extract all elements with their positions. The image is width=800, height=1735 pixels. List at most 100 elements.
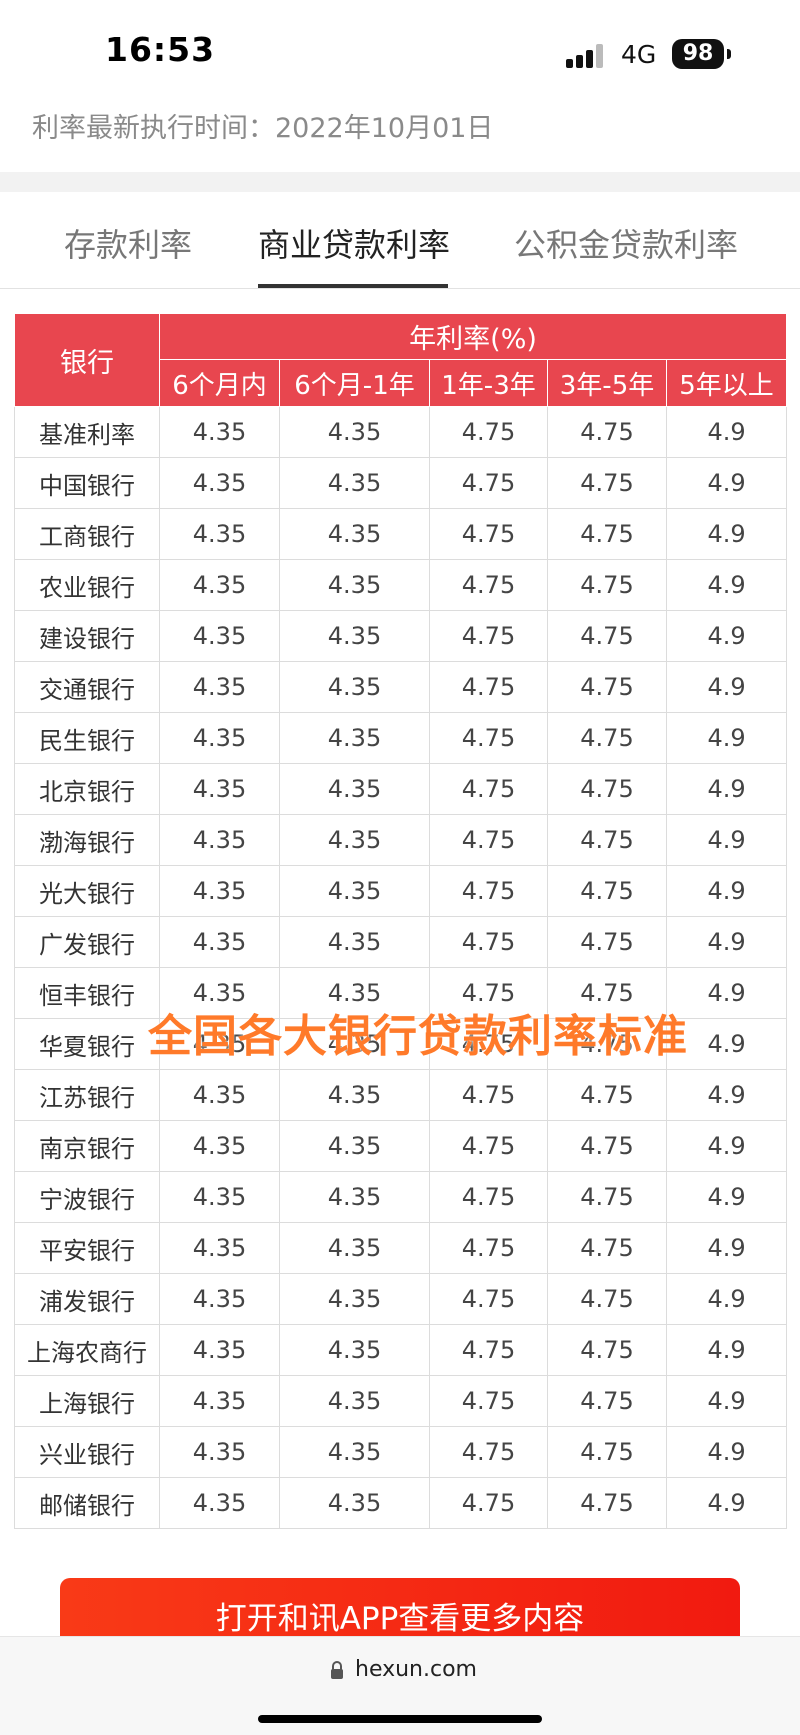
rate-cell: 4.9 xyxy=(665,406,788,458)
rate-cell: 4.9 xyxy=(665,457,788,509)
rate-cell: 4.35 xyxy=(159,1171,280,1223)
rate-cell: 4.9 xyxy=(665,1222,788,1274)
rate-cell: 4.35 xyxy=(279,712,430,764)
bank-name-cell: 建设银行 xyxy=(14,610,160,662)
rate-cell: 4.75 xyxy=(547,916,667,968)
tab-provident-fund-loan-rate[interactable]: 公积金贷款利率 xyxy=(514,220,738,266)
column-header: 6个月-1年 xyxy=(279,359,430,407)
rate-table-body: 基准利率 4.35 4.35 4.75 4.75 4.9 中国银行 4.35 4.35 4.75 4… xyxy=(14,406,788,1529)
table-row: 光大银行 4.35 4.35 4.75 4.75 4.9 xyxy=(14,865,788,917)
rate-cell: 4.35 xyxy=(159,763,280,815)
rate-cell: 4.75 xyxy=(429,559,548,611)
rate-cell: 4.35 xyxy=(279,916,430,968)
network-type: 4G xyxy=(621,40,657,69)
rate-cell: 4.35 xyxy=(279,1273,430,1325)
rate-cell: 4.35 xyxy=(279,1324,430,1376)
rate-cell: 4.9 xyxy=(665,1069,788,1121)
bank-name-cell: 兴业银行 xyxy=(14,1426,160,1478)
rate-cell: 4.75 xyxy=(429,1477,548,1529)
rate-cell: 4.9 xyxy=(665,1324,788,1376)
rate-cell: 4.9 xyxy=(665,712,788,764)
rate-cell: 4.75 xyxy=(547,406,667,458)
tab-deposit-rate[interactable]: 存款利率 xyxy=(64,220,192,266)
rate-cell: 4.35 xyxy=(159,1273,280,1325)
column-header: 6个月内 xyxy=(159,359,280,407)
url-text[interactable]: hexun.com xyxy=(355,1657,477,1682)
table-row: 兴业银行 4.35 4.35 4.75 4.75 4.9 xyxy=(14,1426,788,1478)
rate-cell: 4.35 xyxy=(279,865,430,917)
browser-address-bar[interactable]: hexun.com xyxy=(0,1636,800,1735)
rate-cell: 4.75 xyxy=(429,406,548,458)
rate-cell: 4.35 xyxy=(279,1477,430,1529)
overlay-caption: 全国各大银行贷款利率标准 xyxy=(148,1011,688,1062)
rate-cell: 4.75 xyxy=(429,610,548,662)
rate-cell: 4.35 xyxy=(159,1477,280,1529)
rate-cell: 4.35 xyxy=(279,1069,430,1121)
rate-cell: 4.9 xyxy=(665,508,788,560)
rate-cell: 4.9 xyxy=(665,1120,788,1172)
rate-cell: 4.75 xyxy=(429,712,548,764)
rate-cell: 4.35 xyxy=(279,457,430,509)
rate-cell: 4.75 xyxy=(547,712,667,764)
bank-name-cell: 江苏银行 xyxy=(14,1069,160,1121)
rate-cell: 4.35 xyxy=(279,1426,430,1478)
table-row: 平安银行 4.35 4.35 4.75 4.75 4.9 xyxy=(14,1222,788,1274)
bank-name-cell: 广发银行 xyxy=(14,916,160,968)
rate-cell: 4.75 xyxy=(547,508,667,560)
rate-cell: 4.75 xyxy=(547,1426,667,1478)
rate-cell: 4.35 xyxy=(279,814,430,866)
rate-cell: 4.35 xyxy=(159,712,280,764)
rate-cell: 4.75 xyxy=(429,865,548,917)
rate-tabs: 存款利率 商业贷款利率 公积金贷款利率 xyxy=(0,192,800,289)
rate-cell: 4.9 xyxy=(665,1171,788,1223)
table-row: 交通银行 4.35 4.35 4.75 4.75 4.9 xyxy=(14,661,788,713)
rate-cell: 4.35 xyxy=(159,457,280,509)
rate-update-time: 利率最新执行时间：2022年10月01日 xyxy=(32,113,494,144)
rate-cell: 4.35 xyxy=(159,916,280,968)
bank-name-cell: 邮储银行 xyxy=(14,1477,160,1529)
bank-name-cell: 渤海银行 xyxy=(14,814,160,866)
rate-cell: 4.35 xyxy=(159,1324,280,1376)
rate-cell: 4.9 xyxy=(665,559,788,611)
rate-cell: 4.75 xyxy=(547,1324,667,1376)
bank-name-cell: 交通银行 xyxy=(14,661,160,713)
table-row: 广发银行 4.35 4.35 4.75 4.75 4.9 xyxy=(14,916,788,968)
rate-cell: 4.9 xyxy=(665,1426,788,1478)
lock-icon xyxy=(331,1661,343,1679)
table-row: 邮储银行 4.35 4.35 4.75 4.75 4.9 xyxy=(14,1477,788,1529)
rate-cell: 4.35 xyxy=(159,814,280,866)
rate-cell: 4.9 xyxy=(665,661,788,713)
home-indicator[interactable] xyxy=(258,1715,542,1723)
rate-cell: 4.75 xyxy=(429,763,548,815)
table-row: 基准利率 4.35 4.35 4.75 4.75 4.9 xyxy=(14,406,788,458)
table-row: 江苏银行 4.35 4.35 4.75 4.75 4.9 xyxy=(14,1069,788,1121)
rate-cell: 4.75 xyxy=(547,1171,667,1223)
rate-cell: 4.75 xyxy=(429,508,548,560)
table-row: 农业银行 4.35 4.35 4.75 4.75 4.9 xyxy=(14,559,788,611)
bank-name-cell: 中国银行 xyxy=(14,457,160,509)
column-header: 5年以上 xyxy=(665,359,788,407)
column-header: 1年-3年 xyxy=(429,359,548,407)
table-row: 上海银行 4.35 4.35 4.75 4.75 4.9 xyxy=(14,1375,788,1427)
rate-cell: 4.75 xyxy=(429,1171,548,1223)
rate-cell: 4.35 xyxy=(159,1375,280,1427)
status-bar: 16:53 4G 98 xyxy=(0,0,800,100)
rate-cell: 4.35 xyxy=(279,1171,430,1223)
rate-cell: 4.35 xyxy=(159,1120,280,1172)
bank-name-cell: 北京银行 xyxy=(14,763,160,815)
rate-cell: 4.35 xyxy=(159,610,280,662)
rate-cell: 4.9 xyxy=(665,1273,788,1325)
rate-cell: 4.9 xyxy=(665,610,788,662)
rate-cell: 4.9 xyxy=(665,763,788,815)
rate-cell: 4.35 xyxy=(279,1120,430,1172)
bank-column-header: 银行 xyxy=(14,313,160,407)
table-row: 中国银行 4.35 4.35 4.75 4.75 4.9 xyxy=(14,457,788,509)
rate-cell: 4.9 xyxy=(665,1477,788,1529)
rate-cell: 4.9 xyxy=(665,814,788,866)
rate-cell: 4.75 xyxy=(429,1324,548,1376)
rate-cell: 4.75 xyxy=(547,763,667,815)
tab-commercial-loan-rate[interactable]: 商业贷款利率 xyxy=(258,220,450,266)
section-divider xyxy=(0,172,800,192)
table-row: 工商银行 4.35 4.35 4.75 4.75 4.9 xyxy=(14,508,788,560)
rate-cell: 4.35 xyxy=(159,661,280,713)
